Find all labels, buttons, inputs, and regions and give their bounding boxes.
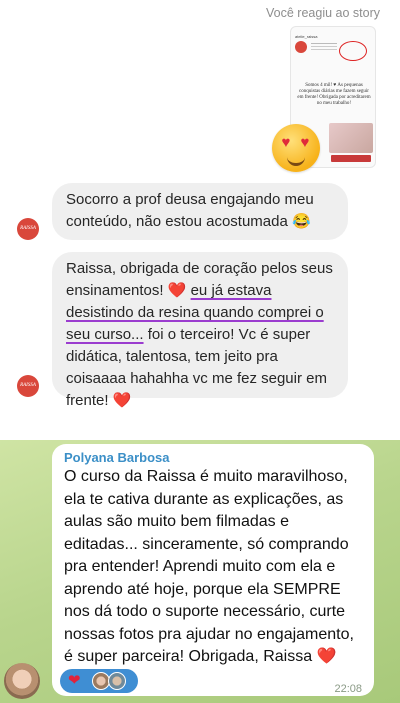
- story-photo: [329, 123, 373, 153]
- heart-eyes-emoji-icon: ♥ ♥: [272, 124, 320, 172]
- sender-avatar[interactable]: RAISSA: [17, 218, 39, 240]
- story-handle-text: atelie_raissa: [295, 34, 318, 39]
- story-stats-lines: [311, 43, 337, 44]
- story-text: Somos 4 mil! ♥ As pequenas conquistas di…: [297, 83, 371, 106]
- message-bubble[interactable]: Raissa, obrigada de coração pelos seus e…: [52, 252, 348, 409]
- heart-eye-icon: ♥: [281, 134, 291, 151]
- story-profile-avatar: [295, 41, 307, 53]
- sender-name[interactable]: Polyana Barbosa: [64, 449, 366, 466]
- heart-eye-icon: ♥: [300, 134, 310, 151]
- story-highlight-circle: [339, 41, 367, 61]
- instagram-dm-screen: Você reagiu ao story atelie_raissa Somos…: [0, 0, 400, 440]
- message-bubble[interactable]: Socorro a prof deusa engajando meu conte…: [52, 183, 348, 240]
- sender-avatar[interactable]: RAISSA: [17, 375, 39, 397]
- message-time: 22:08: [334, 683, 362, 695]
- reactor-avatar: [108, 672, 126, 690]
- story-red-bar: [331, 155, 371, 162]
- reactions-pill[interactable]: ❤: [60, 669, 138, 693]
- message-text: Socorro a prof deusa engajando meu conte…: [66, 191, 314, 230]
- heart-emoji-icon: ❤️: [167, 282, 187, 299]
- heart-reaction-icon: ❤: [68, 672, 81, 689]
- sender-avatar[interactable]: [4, 663, 40, 699]
- story-reaction-caption: Você reagiu ao story: [266, 6, 380, 20]
- telegram-message-bubble[interactable]: Polyana Barbosa O curso da Raissa é muit…: [52, 444, 374, 696]
- emoji-mouth: [287, 155, 305, 166]
- message-text: O curso da Raissa é muito maravilhoso, e…: [64, 468, 354, 665]
- heart-emoji-icon: ❤️: [112, 392, 132, 409]
